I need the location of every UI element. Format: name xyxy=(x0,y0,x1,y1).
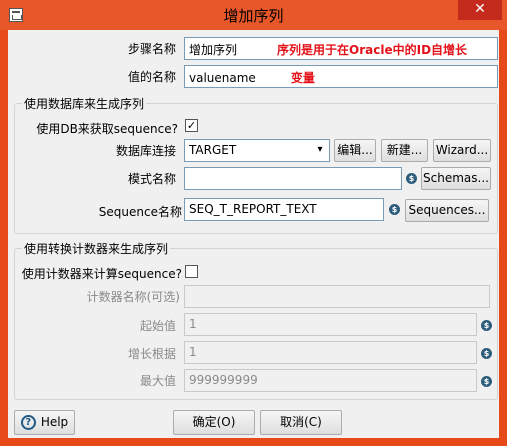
value-name-label: 值的名称 xyxy=(127,70,176,84)
step-name-note: 序列是用于在Oracle中的ID自增长 xyxy=(277,43,468,57)
value-name-note: 变量 xyxy=(290,71,315,85)
use-counter-label: 使用计数器来计算sequence? xyxy=(21,267,182,281)
sequences-button[interactable]: Sequences... xyxy=(405,199,489,222)
step-name-value: 增加序列 xyxy=(189,43,238,57)
chevron-down-icon: ▾ xyxy=(317,144,323,155)
variable-icon: $ xyxy=(481,320,492,331)
connection-label: 数据库连接 xyxy=(115,144,176,158)
schema-input[interactable] xyxy=(184,167,402,190)
help-label: Help xyxy=(40,415,69,429)
value-name-input[interactable]: valuename 变量 xyxy=(184,65,498,88)
ok-button[interactable]: 确定(O) xyxy=(173,410,255,435)
window-title: 增加序列 xyxy=(223,7,284,25)
wizard-button[interactable]: Wizard... xyxy=(433,139,491,162)
max-value-label: 最大值 xyxy=(139,374,176,388)
help-button[interactable]: ? Help xyxy=(14,410,75,435)
title-bar: 增加序列 ✕ xyxy=(0,0,507,30)
variable-icon: $ xyxy=(481,376,492,387)
cancel-button[interactable]: 取消(C) xyxy=(260,410,342,435)
db-group-title: 使用数据库来生成序列 xyxy=(22,95,147,112)
step-name-label: 步骤名称 xyxy=(127,42,176,56)
variable-icon: $ xyxy=(481,348,492,359)
value-name-value: valuename xyxy=(189,71,256,85)
use-counter-checkbox[interactable] xyxy=(185,265,198,278)
sequence-input[interactable]: SEQ_T_REPORT_TEXT xyxy=(184,198,384,221)
variable-icon: $ xyxy=(389,204,400,215)
start-value-input[interactable]: 1 xyxy=(184,313,477,336)
close-button[interactable]: ✕ xyxy=(458,0,502,20)
increment-label: 增长根据 xyxy=(127,347,176,361)
start-value-label: 起始值 xyxy=(139,319,176,333)
help-icon: ? xyxy=(20,415,36,430)
use-db-checkbox[interactable]: ✓ xyxy=(185,119,198,132)
variable-icon: $ xyxy=(406,173,417,184)
max-value: 999999999 xyxy=(189,373,258,387)
edit-connection-button[interactable]: 编辑... xyxy=(334,139,376,162)
sequence-value: SEQ_T_REPORT_TEXT xyxy=(189,202,317,216)
counter-group-title: 使用转换计数器来生成序列 xyxy=(22,240,171,257)
new-connection-button[interactable]: 新建... xyxy=(381,139,428,162)
schemas-button[interactable]: Schemas... xyxy=(421,167,491,190)
schema-label: 模式名称 xyxy=(127,172,176,186)
dialog-body: 步骤名称 增加序列 序列是用于在Oracle中的ID自增长 值的名称 valuen… xyxy=(8,30,499,438)
step-name-input[interactable]: 增加序列 序列是用于在Oracle中的ID自增长 xyxy=(184,37,498,60)
sequence-label: Sequence名称 xyxy=(98,205,182,219)
use-db-label: 使用DB来获取sequence? xyxy=(36,122,178,136)
counter-name-input[interactable] xyxy=(184,285,490,308)
start-value: 1 xyxy=(189,317,197,331)
connection-value: TARGET xyxy=(189,143,237,157)
increment-value: 1 xyxy=(189,345,197,359)
counter-name-label: 计数器名称(可选) xyxy=(86,290,180,304)
increment-input[interactable]: 1 xyxy=(184,341,477,364)
max-value-input[interactable]: 999999999 xyxy=(184,369,477,392)
connection-select[interactable]: TARGET ▾ xyxy=(184,139,330,162)
